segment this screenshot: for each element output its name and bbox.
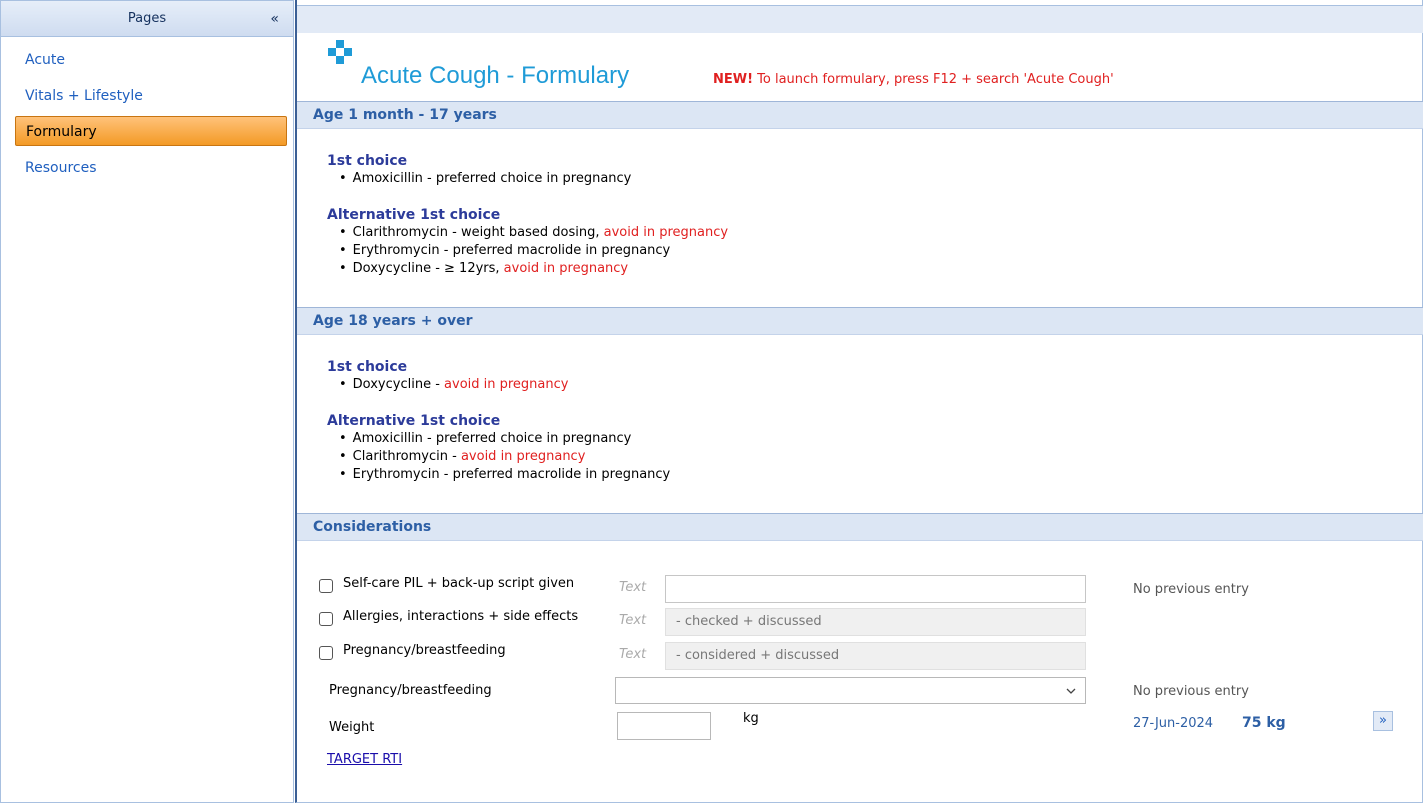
collapse-icon[interactable]: « (270, 1, 279, 37)
weight-previous-date: 27-Jun-2024 (1133, 716, 1214, 731)
previous-entry-text: No previous entry (1133, 582, 1249, 597)
main-panel: Acute Cough - Formulary NEW! To launch f… (295, 0, 1423, 803)
list-item: Erythromycin - preferred macrolide in pr… (327, 242, 728, 260)
medical-cross-icon (328, 40, 352, 64)
allergies-text-field[interactable]: - checked + discussed (665, 608, 1086, 636)
alternative-choice-group: Alternative 1st choice Clarithromycin - … (327, 207, 728, 278)
sidebar-item-resources[interactable]: Resources (15, 153, 287, 183)
sidebar-item-acute[interactable]: Acute (15, 45, 287, 75)
list-item: Clarithromycin - weight based dosing, av… (327, 224, 728, 242)
allergies-label: Allergies, interactions + side effects (343, 609, 579, 624)
group-title: 1st choice (327, 153, 408, 169)
page-title: Acute Cough - Formulary (361, 62, 630, 89)
list-item: Amoxicillin - preferred choice in pregna… (327, 430, 670, 448)
group-title: Alternative 1st choice (327, 413, 501, 429)
first-choice-group: 1st choice Amoxicillin - preferred choic… (327, 153, 631, 188)
text-label: Text (619, 580, 647, 595)
list-item: Erythromycin - preferred macrolide in pr… (327, 466, 671, 484)
list-item: Doxycycline - avoid in pregnancy (327, 376, 569, 394)
sidebar-item-formulary[interactable]: Formulary (15, 116, 287, 146)
allergies-checkbox[interactable] (319, 612, 333, 626)
sidebar-item-vitals-lifestyle[interactable]: Vitals + Lifestyle (15, 81, 287, 111)
pregnancy-label: Pregnancy/breastfeeding (343, 643, 506, 658)
target-rti-link[interactable]: TARGET RTI (327, 752, 402, 767)
list-item: Amoxicillin - preferred choice in pregna… (327, 170, 632, 188)
pregnancy-checkbox[interactable] (319, 646, 333, 660)
chevron-down-icon (1066, 688, 1076, 694)
pregnancy-select-label: Pregnancy/breastfeeding (329, 683, 492, 698)
selfcare-checkbox[interactable] (319, 579, 333, 593)
weight-unit: kg (743, 711, 759, 726)
weight-input[interactable] (617, 712, 711, 740)
selfcare-text-field[interactable] (665, 575, 1086, 603)
text-label: Text (619, 647, 647, 662)
top-strip (297, 5, 1423, 33)
pregnancy-text-field[interactable]: - considered + discussed (665, 642, 1086, 670)
first-choice-group: 1st choice Doxycycline - avoid in pregna… (327, 359, 568, 394)
section-heading: Age 1 month - 17 years (313, 107, 497, 123)
weight-history-button[interactable]: » (1373, 711, 1393, 731)
text-label: Text (619, 613, 647, 628)
section-heading: Age 18 years + over (313, 313, 473, 329)
alternative-choice-group: Alternative 1st choice Amoxicillin - pre… (327, 413, 670, 484)
section-header-adults: Age 18 years + over (297, 307, 1423, 335)
weight-previous-value: 75 kg (1242, 715, 1286, 731)
pregnancy-select[interactable] (615, 677, 1086, 704)
group-title: Alternative 1st choice (327, 207, 501, 223)
launch-notice: NEW! To launch formulary, press F12 + se… (713, 72, 1114, 87)
new-badge: NEW! (713, 72, 754, 87)
previous-entry-text: No previous entry (1133, 684, 1249, 699)
sidebar-header: Pages « (1, 1, 293, 37)
list-item: Doxycycline - ≥ 12yrs, avoid in pregnanc… (327, 260, 728, 278)
pages-sidebar: Pages « Acute Vitals + Lifestyle Formula… (0, 0, 294, 803)
list-item: Clarithromycin - avoid in pregnancy (327, 448, 670, 466)
launch-notice-text: To launch formulary, press F12 + search … (753, 72, 1114, 87)
weight-label: Weight (329, 720, 375, 735)
section-header-children: Age 1 month - 17 years (297, 101, 1423, 129)
section-header-considerations: Considerations (297, 513, 1423, 541)
sidebar-title: Pages (127, 11, 167, 26)
section-heading: Considerations (313, 519, 432, 535)
selfcare-label: Self-care PIL + back-up script given (343, 576, 575, 591)
group-title: 1st choice (327, 359, 408, 375)
